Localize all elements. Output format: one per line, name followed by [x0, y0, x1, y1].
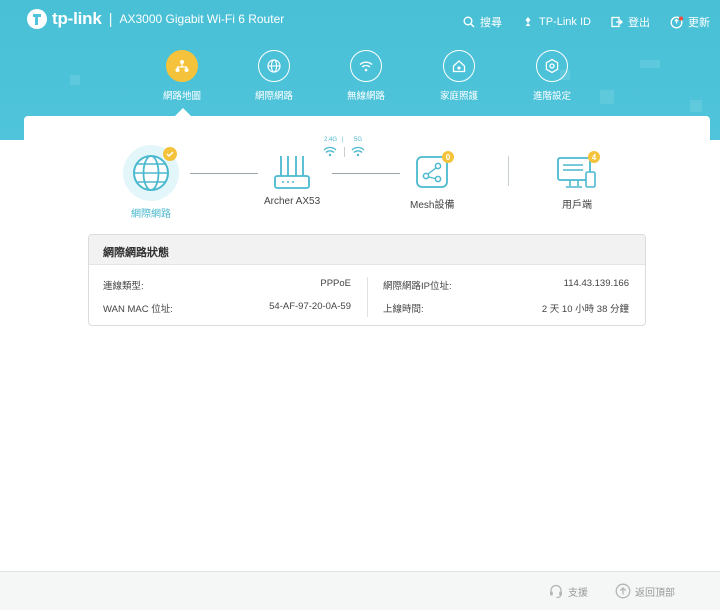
logout-icon — [611, 16, 623, 28]
router-node-label: Archer AX53 — [264, 196, 321, 207]
nav-wireless[interactable]: 無線網路 — [321, 50, 411, 102]
advanced-settings-icon — [536, 50, 568, 82]
clients-count-badge: 4 — [588, 151, 600, 163]
back-to-top-label: 返回頂部 — [635, 587, 675, 599]
nav-label: 網路地圖 — [162, 91, 201, 102]
support-headset-icon — [550, 584, 562, 599]
footer: 支援 返回頂部 — [0, 571, 720, 610]
support-link[interactable]: 支援 — [548, 583, 588, 599]
topology-internet-node[interactable]: 網際網路 — [123, 145, 179, 220]
wifi-24g-icon — [323, 146, 337, 157]
top-links: 搜尋 TP-Link ID 登出 更新 — [443, 14, 710, 30]
nav-active-pointer — [175, 108, 191, 116]
mesh-count-badge: 0 — [442, 151, 454, 163]
internet-node-label: 網際網路 — [131, 209, 171, 220]
search-link[interactable]: 搜尋 — [463, 14, 502, 30]
title-separator: | — [108, 10, 113, 28]
update-link[interactable]: 更新 — [670, 14, 710, 30]
band-divider — [344, 147, 345, 157]
check-icon — [163, 147, 177, 161]
back-to-top-link[interactable]: 返回頂部 — [615, 583, 675, 599]
internet-ip-label: 網際網路IP位址: — [383, 281, 452, 292]
connection-line — [332, 173, 400, 174]
search-icon — [463, 16, 475, 28]
topology-divider — [508, 156, 509, 186]
status-title: 網際網路狀態 — [89, 235, 645, 265]
nav-advanced[interactable]: 進階設定 — [507, 50, 597, 102]
logout-link[interactable]: 登出 — [611, 14, 650, 30]
band-5g-label: 5G — [354, 137, 363, 143]
wireless-icon — [350, 50, 382, 82]
main-card: 網際網路 2.4G | 5G Archer AX53 0 Mesh設備 4 用戶… — [24, 116, 710, 571]
brand-name: tp-link — [52, 9, 102, 28]
topology-router-node[interactable]: Archer AX53 — [264, 154, 320, 207]
update-icon — [670, 16, 683, 28]
search-label: 搜尋 — [480, 17, 503, 29]
wifi-5g-icon — [351, 146, 365, 157]
nav-home-care[interactable]: 家庭照護 — [414, 50, 504, 102]
uptime-value: 2 天 10 小時 38 分鐘 — [541, 304, 629, 315]
internet-ip-value: 114.43.139.166 — [563, 278, 629, 289]
nav-label: 無線網路 — [346, 91, 385, 102]
network-topology: 網際網路 2.4G | 5G Archer AX53 0 Mesh設備 4 用戶… — [24, 116, 710, 226]
internet-globe-icon — [123, 145, 179, 201]
update-label: 更新 — [688, 17, 710, 29]
nav-internet[interactable]: 網際網路 — [229, 50, 319, 102]
support-label: 支援 — [568, 587, 588, 599]
tplink-id-icon — [525, 17, 531, 26]
nav-label: 網際網路 — [254, 91, 293, 102]
topology-clients-node[interactable]: 4 用戶端 — [555, 151, 600, 211]
wan-mac-label: WAN MAC 位址: — [103, 304, 173, 315]
back-to-top-icon — [615, 583, 631, 599]
network-map-icon — [166, 50, 198, 82]
mesh-node-label: Mesh設備 — [410, 200, 455, 211]
status-divider — [367, 277, 368, 317]
connection-type-label: 連線類型: — [103, 281, 144, 292]
uptime-label: 上線時間: — [383, 304, 424, 315]
nav-label: 進階設定 — [532, 91, 571, 102]
router-icon — [274, 156, 310, 189]
logout-label: 登出 — [628, 17, 650, 29]
tp-link-logo-icon — [27, 9, 47, 29]
tp-link-logo[interactable]: tp-link | AX3000 Gigabit Wi-Fi 6 Router — [26, 8, 284, 30]
band-24g-label: 2.4G — [324, 137, 338, 143]
band-separator: | — [342, 137, 344, 143]
internet-icon — [258, 50, 290, 82]
tplink-id-link[interactable]: TP-Link ID — [522, 14, 591, 30]
clients-node-label: 用戶端 — [562, 200, 592, 211]
home-care-icon — [443, 50, 475, 82]
internet-status-panel: 網際網路狀態 連線類型: PPPoE WAN MAC 位址: 54-AF-97-… — [88, 234, 646, 326]
connection-type-value: PPPoE — [320, 278, 351, 289]
nav-network-map[interactable]: 網路地圖 — [137, 50, 227, 102]
tplink-id-label: TP-Link ID — [539, 16, 591, 28]
main-nav: 網路地圖 網際網路 無線網路 家庭照護 進階設定 — [0, 50, 720, 114]
wan-mac-value: 54-AF-97-20-0A-59 — [269, 301, 351, 312]
router-model-title: AX3000 Gigabit Wi-Fi 6 Router — [119, 12, 285, 26]
connection-line — [190, 173, 258, 174]
nav-label: 家庭照護 — [439, 91, 478, 102]
topology-mesh-node[interactable]: 0 Mesh設備 — [410, 151, 455, 211]
